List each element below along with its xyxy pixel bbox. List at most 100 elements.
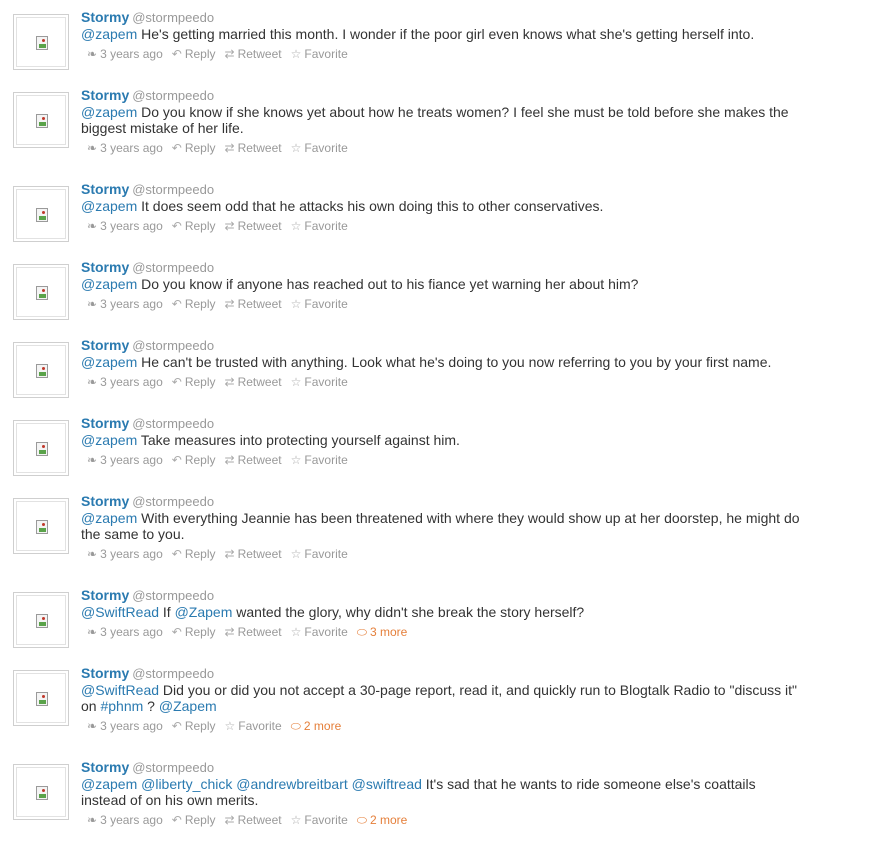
favorite-button[interactable]: ☆ Favorite	[291, 45, 348, 63]
retweet-button[interactable]: ⇄ Retweet	[225, 217, 282, 235]
reply-button[interactable]: ↶ Reply	[172, 373, 216, 391]
author-fullname[interactable]: Stormy	[81, 87, 129, 103]
author-fullname[interactable]: Stormy	[81, 9, 129, 25]
author-username[interactable]: @stormpeedo	[132, 494, 214, 509]
more-replies-link[interactable]: ⬭ 2 more	[357, 811, 408, 829]
favorite-button[interactable]: ☆ Favorite	[291, 545, 348, 563]
reply-button[interactable]: ↶ Reply	[172, 295, 216, 313]
author-fullname[interactable]: Stormy	[81, 665, 129, 681]
favorite-button[interactable]: ☆ Favorite	[291, 811, 348, 829]
avatar[interactable]	[13, 14, 69, 70]
reply-button[interactable]: ↶ Reply	[172, 811, 216, 829]
mention-link[interactable]: @zapem	[81, 104, 137, 120]
timestamp-link[interactable]: ❧ 3 years ago	[87, 623, 163, 641]
author-username[interactable]: @stormpeedo	[132, 666, 214, 681]
author-username[interactable]: @stormpeedo	[132, 760, 214, 775]
mention-link[interactable]: @zapem	[81, 354, 137, 370]
author-fullname[interactable]: Stormy	[81, 415, 129, 431]
timestamp-link[interactable]: ❧ 3 years ago	[87, 373, 163, 391]
reply-label: Reply	[184, 47, 216, 61]
mention-link[interactable]: @Zapem	[175, 604, 233, 620]
reply-button[interactable]: ↶ Reply	[172, 717, 216, 735]
avatar[interactable]	[13, 92, 69, 148]
author-fullname[interactable]: Stormy	[81, 337, 129, 353]
mention-link[interactable]: @SwiftRead	[81, 682, 159, 698]
reply-button[interactable]: ↶ Reply	[172, 45, 216, 63]
reply-button[interactable]: ↶ Reply	[172, 451, 216, 469]
tweet-header: Stormy @stormpeedo	[81, 258, 801, 276]
author-username[interactable]: @stormpeedo	[132, 10, 214, 25]
favorite-button[interactable]: ☆ Favorite	[291, 295, 348, 313]
timestamp-link[interactable]: ❧ 3 years ago	[87, 217, 163, 235]
author-username[interactable]: @stormpeedo	[132, 260, 214, 275]
author-fullname[interactable]: Stormy	[81, 181, 129, 197]
timestamp-link[interactable]: ❧ 3 years ago	[87, 545, 163, 563]
author-username[interactable]: @stormpeedo	[132, 88, 214, 103]
retweet-button[interactable]: ⇄ Retweet	[225, 45, 282, 63]
tweet-text: @zapem Do you know if anyone has reached…	[81, 276, 801, 292]
avatar[interactable]	[13, 498, 69, 554]
tweet-content: Stormy @stormpeedo @zapem Do you know if s…	[81, 86, 801, 157]
tweet-text: @zapem He's getting married this month. …	[81, 26, 801, 42]
reply-label: Reply	[184, 297, 216, 311]
tweet-header: Stormy @stormpeedo	[81, 180, 801, 198]
more-replies-link[interactable]: ⬭ 2 more	[291, 717, 342, 735]
favorite-button[interactable]: ☆ Favorite	[291, 217, 348, 235]
reply-button[interactable]: ↶ Reply	[172, 139, 216, 157]
mention-link[interactable]: @swiftread	[352, 776, 422, 792]
author-fullname[interactable]: Stormy	[81, 759, 129, 775]
mention-link[interactable]: @zapem	[81, 26, 137, 42]
timestamp-link[interactable]: ❧ 3 years ago	[87, 139, 163, 157]
timestamp-link[interactable]: ❧ 3 years ago	[87, 717, 163, 735]
mention-link[interactable]: @SwiftRead	[81, 604, 159, 620]
avatar[interactable]	[13, 264, 69, 320]
timestamp-link[interactable]: ❧ 3 years ago	[87, 811, 163, 829]
more-replies-link[interactable]: ⬭ 3 more	[357, 623, 408, 641]
mention-link[interactable]: @zapem	[81, 432, 137, 448]
retweet-button[interactable]: ⇄ Retweet	[225, 295, 282, 313]
retweet-button[interactable]: ⇄ Retweet	[225, 545, 282, 563]
reply-icon: ↶	[171, 719, 182, 733]
reply-button[interactable]: ↶ Reply	[172, 217, 216, 235]
mention-link[interactable]: #phnm	[100, 698, 143, 714]
retweet-button[interactable]: ⇄ Retweet	[225, 811, 282, 829]
timestamp-link[interactable]: ❧ 3 years ago	[87, 45, 163, 63]
avatar[interactable]	[13, 186, 69, 242]
favorite-button[interactable]: ☆ Favorite	[291, 139, 348, 157]
avatar[interactable]	[13, 592, 69, 648]
twitter-bird-icon: ❧	[87, 297, 98, 311]
author-fullname[interactable]: Stormy	[81, 259, 129, 275]
retweet-button[interactable]: ⇄ Retweet	[225, 451, 282, 469]
avatar[interactable]	[13, 342, 69, 398]
retweet-label: Retweet	[237, 547, 282, 561]
reply-button[interactable]: ↶ Reply	[172, 545, 216, 563]
mention-link[interactable]: @liberty_chick	[141, 776, 232, 792]
reply-button[interactable]: ↶ Reply	[172, 623, 216, 641]
favorite-button[interactable]: ☆ Favorite	[291, 623, 348, 641]
author-username[interactable]: @stormpeedo	[132, 182, 214, 197]
favorite-label: Favorite	[304, 813, 348, 827]
avatar[interactable]	[13, 764, 69, 820]
favorite-button[interactable]: ☆ Favorite	[291, 451, 348, 469]
mention-link[interactable]: @zapem	[81, 776, 137, 792]
mention-link[interactable]: @zapem	[81, 198, 137, 214]
mention-link[interactable]: @andrewbreitbart	[236, 776, 348, 792]
mention-link[interactable]: @zapem	[81, 276, 137, 292]
timestamp-link[interactable]: ❧ 3 years ago	[87, 451, 163, 469]
author-username[interactable]: @stormpeedo	[132, 416, 214, 431]
timestamp-link[interactable]: ❧ 3 years ago	[87, 295, 163, 313]
avatar[interactable]	[13, 420, 69, 476]
retweet-button[interactable]: ⇄ Retweet	[225, 623, 282, 641]
reply-label: Reply	[184, 219, 216, 233]
author-username[interactable]: @stormpeedo	[132, 338, 214, 353]
mention-link[interactable]: @Zapem	[159, 698, 217, 714]
author-fullname[interactable]: Stormy	[81, 493, 129, 509]
favorite-button[interactable]: ☆ Favorite	[291, 373, 348, 391]
retweet-button[interactable]: ⇄ Retweet	[225, 373, 282, 391]
avatar[interactable]	[13, 670, 69, 726]
favorite-button[interactable]: ☆ Favorite	[225, 717, 282, 735]
retweet-button[interactable]: ⇄ Retweet	[225, 139, 282, 157]
author-username[interactable]: @stormpeedo	[132, 588, 214, 603]
author-fullname[interactable]: Stormy	[81, 587, 129, 603]
mention-link[interactable]: @zapem	[81, 510, 137, 526]
